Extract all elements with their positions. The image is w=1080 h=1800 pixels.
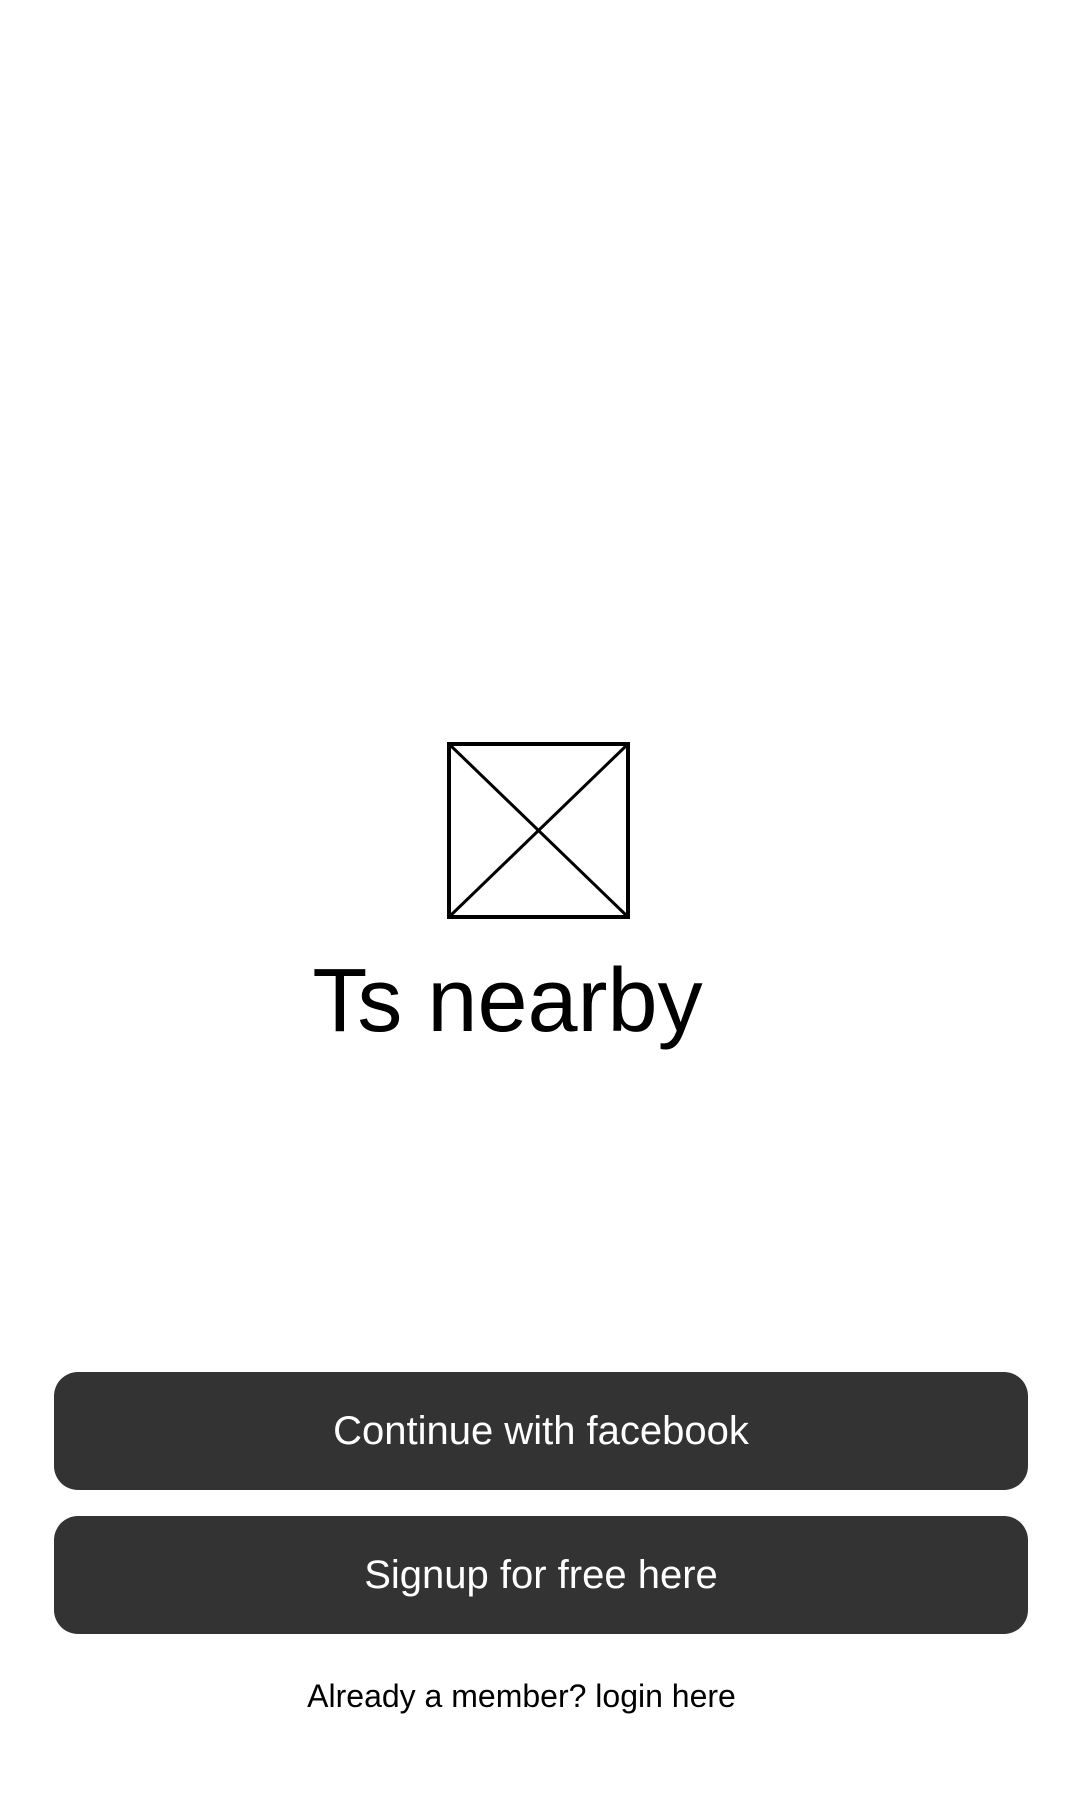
continue-with-facebook-label: Continue with facebook — [333, 1408, 749, 1453]
signup-label: Signup for free here — [364, 1552, 718, 1597]
login-link[interactable]: Already a member? login here — [0, 1672, 1043, 1720]
image-placeholder-icon — [447, 742, 630, 919]
welcome-screen: Ts nearby Continue with facebook Signup … — [0, 0, 1080, 1800]
signup-button[interactable]: Signup for free here — [54, 1516, 1028, 1634]
app-title: Ts nearby — [312, 951, 703, 1051]
continue-with-facebook-button[interactable]: Continue with facebook — [54, 1372, 1028, 1490]
